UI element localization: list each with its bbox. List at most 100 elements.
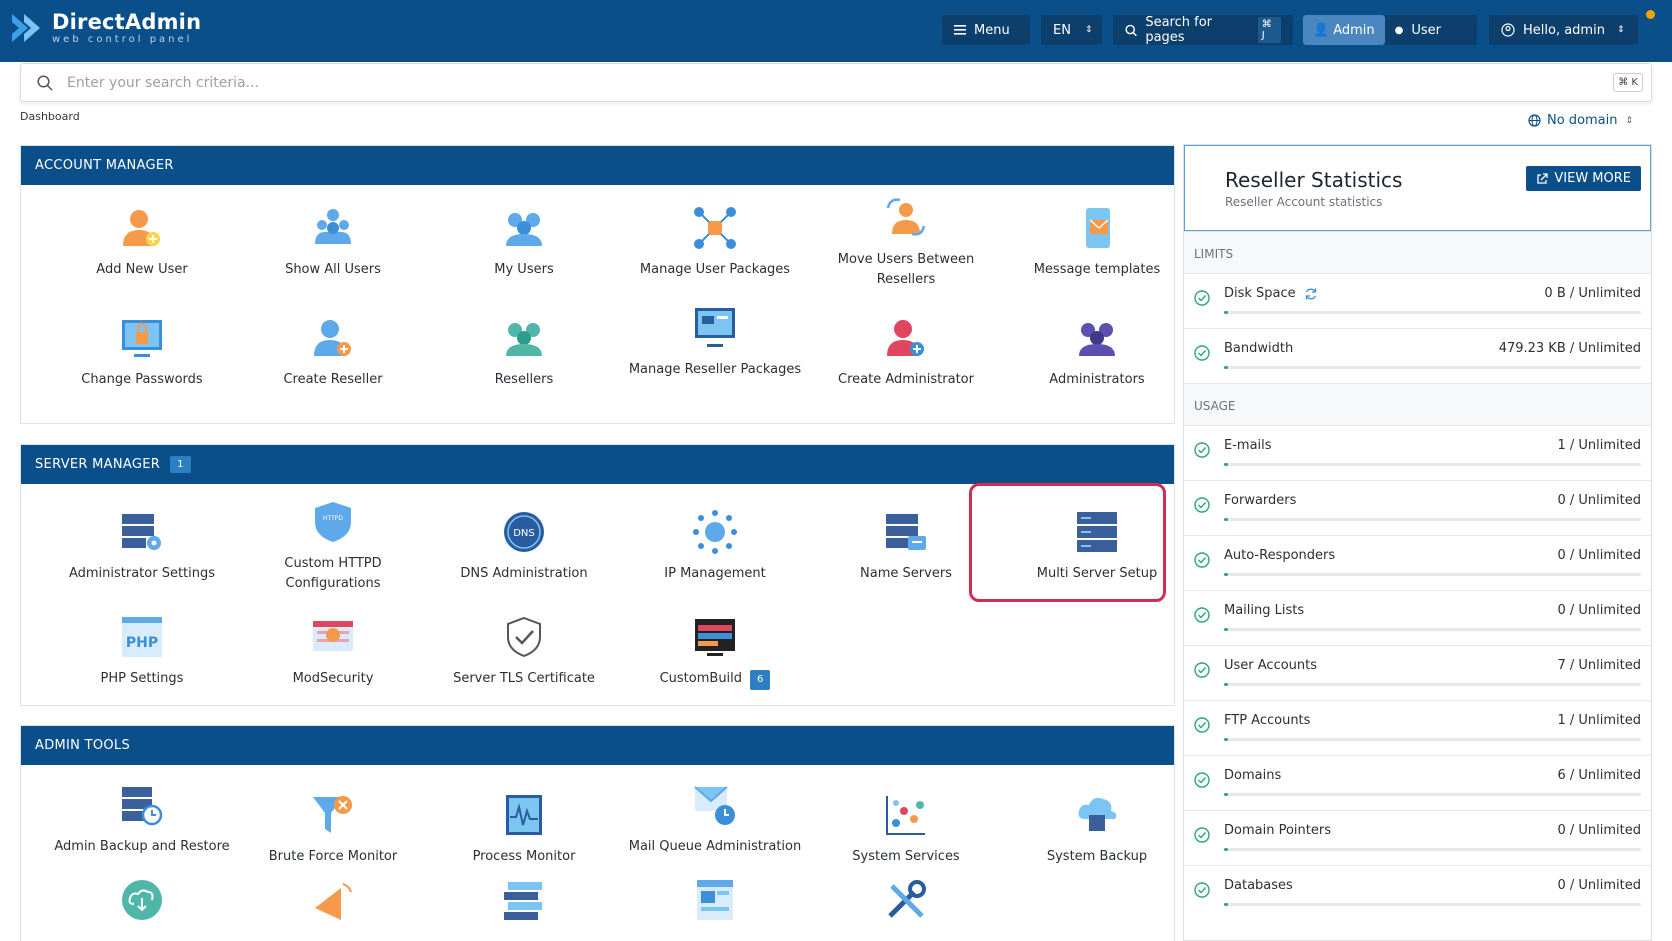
users-group-icon [315,209,351,244]
stat-value: 1 / Unlimited [1557,713,1641,728]
check-circle-icon [1194,552,1210,568]
monitor-packages-icon [695,308,735,347]
refresh-icon[interactable] [1304,287,1318,301]
account-manager-title: ACCOUNT MANAGER [35,158,174,173]
stat-label: Auto-Responders [1224,548,1336,563]
greeting-label: Hello, admin [1523,22,1605,38]
stat-value: 7 / Unlimited [1557,658,1641,673]
dns-administration[interactable]: DNS DNS Administration [429,508,619,584]
manage-user-packages[interactable]: Manage User Packages [620,204,810,280]
system-backup[interactable]: System Backup [1002,791,1192,867]
item-label: Administrator Settings [68,566,216,581]
role-user-tab[interactable]: ● User [1385,15,1451,45]
updown-icon: ⇕ [1616,25,1625,35]
item-label: Administrators [1049,372,1145,387]
ip-management[interactable]: IP Management [620,508,810,584]
menu-button[interactable]: Menu [942,15,1030,45]
domain-selector[interactable]: No domain ⇕ [1528,113,1633,128]
administrators[interactable]: Administrators [1002,314,1192,390]
updown-icon: ⇕ [1625,115,1634,126]
search-input[interactable] [67,74,1567,91]
top-bar: DirectAdmin web control panel Menu EN ⇕ … [0,0,1672,62]
brand-tagline: web control panel [52,34,193,45]
item-label: Show All Users [285,262,381,277]
stat-label: Forwarders [1224,493,1297,508]
item-label: Process Monitor [472,849,576,864]
add-new-user[interactable]: Add New User [47,204,237,280]
check-circle-icon [1194,882,1210,898]
stat-row-auto-responders: Auto-Responders 0 / Unlimited [1184,535,1651,590]
stat-row-mailing-lists: Mailing Lists 0 / Unlimited [1184,590,1651,645]
administrator-settings[interactable]: Administrator Settings [47,508,237,584]
view-more-button[interactable]: VIEW MORE [1526,166,1641,191]
item-label: DNS Administration [460,566,588,581]
check-circle-icon [1194,827,1210,843]
stat-row-disk-space: Disk Space 0 B / Unlimited [1184,273,1651,328]
admin-tool-maintenance[interactable] [811,876,1001,932]
page-search-label: Search for pages [1145,15,1212,45]
server-tls-certificate[interactable]: Server TLS Certificate [429,613,619,689]
admin-tool-download[interactable] [47,876,237,932]
php-settings[interactable]: PHP PHP Settings [47,613,237,689]
item-label: System Backup [1046,849,1148,864]
progress-bar [1224,848,1641,851]
stat-label: Disk Space [1224,286,1296,301]
message-templates[interactable]: Message templates [1002,204,1192,280]
progress-bar [1224,738,1641,741]
notification-dot [1646,10,1655,19]
item-label: My Users [494,262,554,277]
stat-label: Bandwidth [1224,341,1294,356]
manage-reseller-packages[interactable]: Manage Reseller Packages [620,304,810,380]
check-circle-icon [1194,607,1210,623]
item-label: IP Management [664,566,766,581]
custombuild[interactable]: CustomBuild 6 [620,613,810,690]
breadcrumb[interactable]: Dashboard [20,110,80,123]
admin-tool-layout[interactable] [620,876,810,932]
directadmin-logo-icon [12,14,40,42]
mail-queue-administration[interactable]: Mail Queue Administration [620,781,810,857]
check-circle-icon [1194,442,1210,458]
modsecurity[interactable]: ModSecurity [238,613,428,689]
account-manager-panel: ACCOUNT MANAGER Add New User Show All Us… [20,145,1175,424]
item-label: Server TLS Certificate [453,671,595,686]
create-administrator[interactable]: Create Administrator [811,314,1001,390]
cloud-download-icon [122,880,162,920]
layout-window-icon [697,880,733,920]
reseller-statistics-header: Reseller Statistics Reseller Account sta… [1184,145,1651,231]
stat-row-bandwidth: Bandwidth 479.23 KB / Unlimited [1184,328,1651,383]
progress-bar [1224,311,1641,314]
item-label: Custom HTTPD Configurations [284,556,382,591]
stat-row-domains: Domains 6 / Unlimited [1184,755,1651,810]
page-search-button[interactable]: Search for pages ⌘ J [1113,15,1293,45]
move-users-between-resellers[interactable]: Move Users Between Resellers [811,194,1001,290]
item-label: Manage Reseller Packages [628,362,802,377]
password-lock-icon [122,320,162,357]
admin-tool-list[interactable] [429,876,619,932]
brand-logo[interactable]: DirectAdmin web control panel [10,10,201,46]
language-selector[interactable]: EN ⇕ [1041,15,1102,45]
progress-bar [1224,903,1641,906]
account-menu[interactable]: Hello, admin ⇕ [1489,15,1638,45]
domain-selector-label: No domain [1547,113,1618,128]
custombuild-icon [695,619,735,656]
usage-section-label: USAGE [1184,383,1651,425]
admin-tool-announcement[interactable] [238,876,428,932]
system-services[interactable]: System Services [811,791,1001,867]
custom-httpd-configurations[interactable]: HTTPD Custom HTTPD Configurations [238,498,428,594]
create-reseller[interactable]: Create Reseller [238,314,428,390]
admin-backup-and-restore[interactable]: Admin Backup and Restore [47,781,237,857]
stat-value: 0 / Unlimited [1557,493,1641,508]
progress-bar [1224,366,1641,369]
hamburger-icon [954,25,966,35]
backup-restore-icon [122,787,163,826]
process-monitor[interactable]: Process Monitor [429,791,619,867]
item-label: Add New User [96,262,188,277]
resellers[interactable]: Resellers [429,314,619,390]
stat-value: 1 / Unlimited [1557,438,1641,453]
my-users[interactable]: My Users [429,204,619,280]
role-admin-tab[interactable]: 👤 Admin [1303,15,1385,45]
show-all-users[interactable]: Show All Users [238,204,428,280]
change-passwords[interactable]: Change Passwords [47,314,237,390]
stat-row-domain-pointers: Domain Pointers 0 / Unlimited [1184,810,1651,865]
brute-force-monitor[interactable]: Brute Force Monitor [238,791,428,867]
